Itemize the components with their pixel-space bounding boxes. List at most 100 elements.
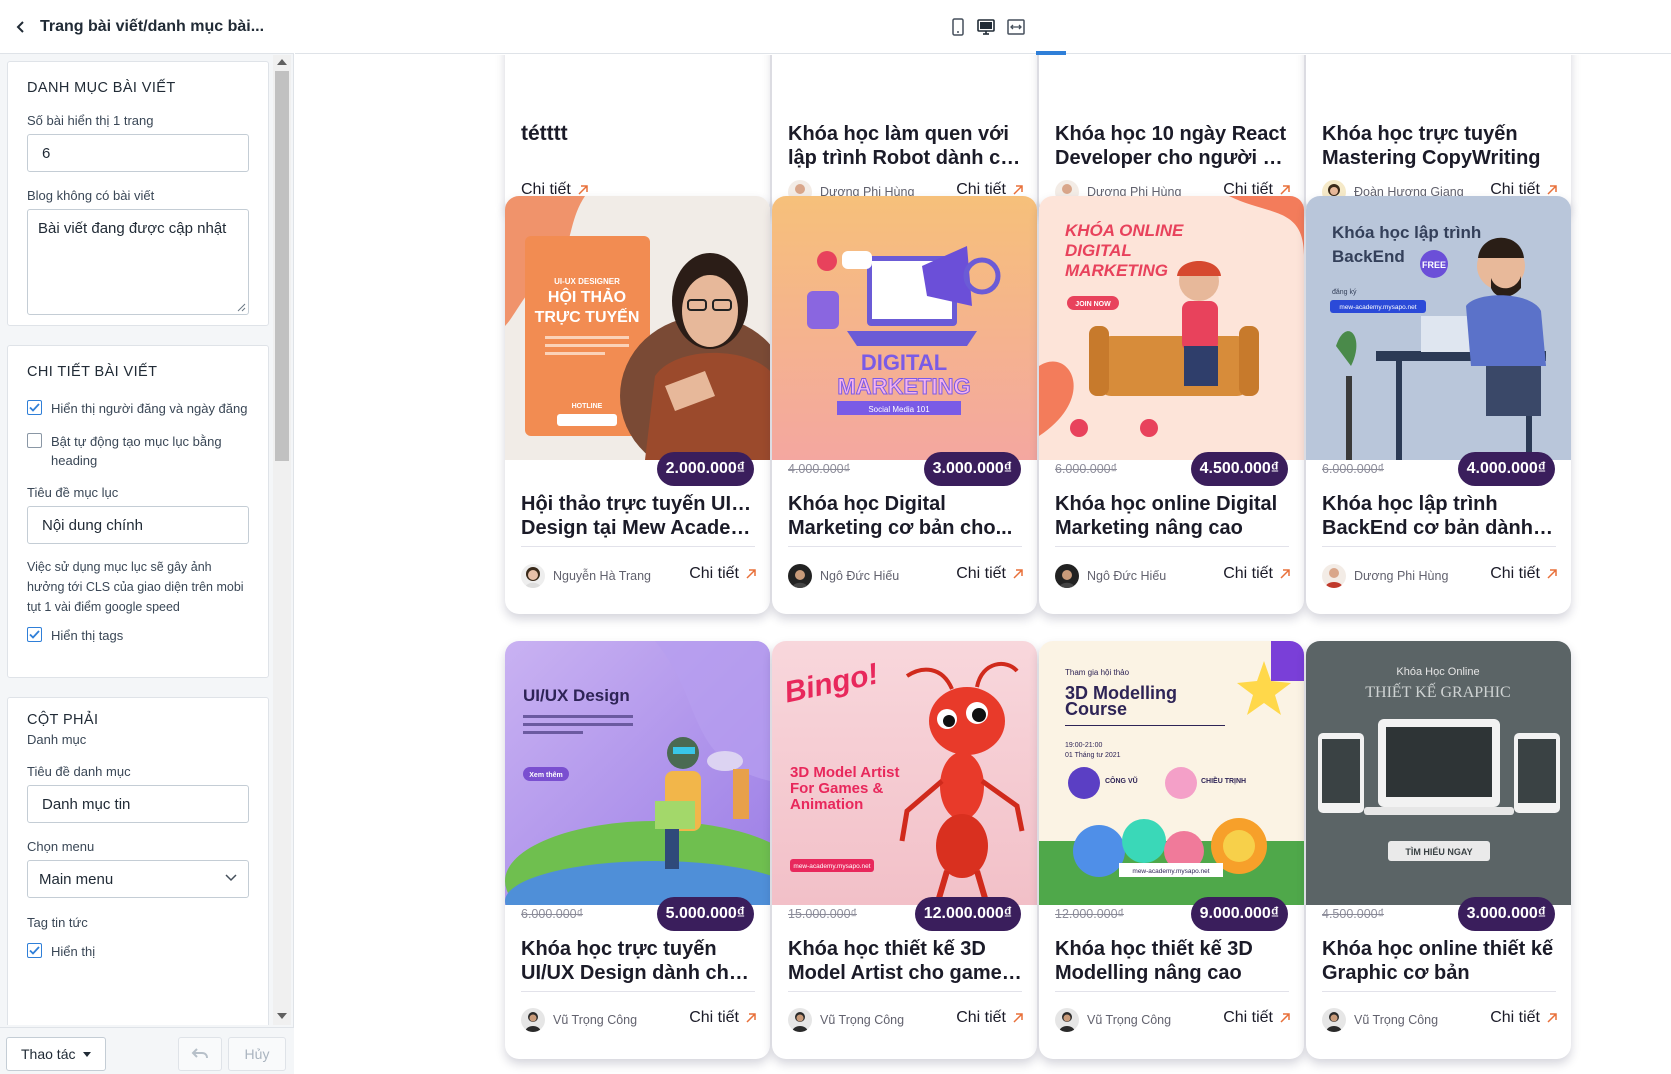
arrow-up-right-icon — [578, 185, 588, 195]
undo-button[interactable] — [178, 1037, 222, 1071]
price-new: 12.000.000₫ — [914, 897, 1021, 931]
post-thumbnail[interactable]: UI/UX Design Xem thêm — [505, 641, 770, 905]
post-card[interactable]: Khóa học lập trình BackEnd FREE đăng ký … — [1306, 196, 1571, 614]
thumb-text: BackEnd — [1332, 247, 1405, 266]
post-title[interactable]: Khóa học trực tuyến Mastering CopyWriting — [1322, 122, 1556, 170]
detail-link[interactable]: Chi tiết — [1223, 565, 1290, 583]
thumb-text: Animation — [790, 796, 863, 813]
price-new: 4.500.000₫ — [1190, 452, 1288, 486]
price-old: 4.500.000₫ — [1322, 907, 1385, 921]
thumb-text: THIẾT KẾ GRAPHIC — [1365, 682, 1510, 701]
post-card[interactable]: UI-UX DESIGNER HỘI THẢO TRỰC TUYẾN HOTLI… — [505, 196, 770, 614]
post-card[interactable]: Bingo! 3D Model Artist For Games & Anima… — [772, 641, 1037, 1059]
arrow-up-right-icon — [1280, 569, 1290, 579]
post-card[interactable]: tétttt Chi tiết — [505, 55, 770, 215]
arrow-up-right-icon — [746, 1013, 756, 1023]
sidebar-scrollbar[interactable] — [273, 55, 291, 1025]
post-card[interactable]: Khóa Học Online THIẾT KẾ GRAPHIC TÌM HIỂ… — [1306, 641, 1571, 1059]
category-title-input[interactable]: Danh mục tin — [27, 785, 249, 823]
per-page-label: Số bài hiển thị 1 trang — [27, 113, 154, 128]
fullwidth-icon[interactable] — [1005, 16, 1027, 38]
post-title[interactable]: Khóa học Digital Marketing cơ bản cho... — [788, 492, 1022, 540]
price-new: 5.000.000₫ — [656, 897, 754, 931]
show-author-label: Hiển thị người đăng và ngày đăng — [51, 401, 248, 416]
right-column-panel: CỘT PHẢI Danh mục Tiêu đề danh mục Danh … — [7, 697, 269, 1025]
thumb-text: mew-academy.mysapo.net — [1339, 304, 1416, 311]
scrollbar-thumb[interactable] — [275, 71, 289, 461]
show-tags-option[interactable]: Hiển thị tags — [27, 626, 249, 645]
auto-toc-option[interactable]: Bật tự động tạo mục lục bằng heading — [27, 432, 249, 470]
show-author-checkbox[interactable] — [27, 400, 42, 415]
back-icon[interactable] — [10, 16, 32, 38]
post-card[interactable]: Tham gia hội thảo 3D Modelling Course 19… — [1039, 641, 1304, 1059]
show-author-option[interactable]: Hiển thị người đăng và ngày đăng — [27, 399, 249, 418]
arrow-up-right-icon — [1013, 185, 1023, 195]
post-title[interactable]: Khóa học thiết kế 3D Modelling nâng cao — [1055, 937, 1289, 985]
post-author: Vũ Trọng Công — [1055, 1008, 1171, 1032]
divider — [521, 991, 755, 992]
scroll-up-icon[interactable] — [277, 59, 287, 65]
tag-show-option[interactable]: Hiển thị — [27, 942, 249, 961]
post-thumbnail[interactable]: DIGITAL MARKETING Social Media 101 — [772, 196, 1037, 460]
avatar — [1322, 1008, 1346, 1032]
post-author: Vũ Trọng Công — [521, 1008, 637, 1032]
detail-link[interactable]: Chi tiết — [1490, 565, 1557, 583]
post-title[interactable]: Hội thảo trực tuyến UI/UX Design tại Mew … — [521, 492, 755, 540]
post-title[interactable]: Khóa học thiết kế 3D Model Artist cho gam… — [788, 937, 1022, 985]
post-detail-panel: CHI TIẾT BÀI VIẾT Hiển thị người đăng và… — [7, 345, 269, 678]
post-thumbnail[interactable]: Bingo! 3D Model Artist For Games & Anima… — [772, 641, 1037, 905]
avatar — [1055, 564, 1079, 588]
check-icon — [29, 403, 40, 412]
mobile-icon[interactable] — [947, 16, 969, 38]
actions-dropdown-button[interactable]: Thao tác — [6, 1037, 106, 1071]
check-icon — [29, 946, 40, 955]
post-card[interactable]: Khóa học trực tuyến Mastering CopyWriting… — [1306, 55, 1571, 215]
post-card[interactable]: Khóa học 10 ngày React Developer cho ngườ… — [1039, 55, 1304, 215]
category-panel-title: DANH MỤC BÀI VIẾT — [27, 80, 176, 96]
menu-select[interactable]: Main menu — [27, 860, 249, 898]
detail-link[interactable]: Chi tiết — [689, 1009, 756, 1027]
post-title[interactable]: Khóa học 10 ngày React Developer cho ngườ… — [1055, 122, 1289, 170]
detail-link[interactable]: Chi tiết — [1490, 1009, 1557, 1027]
post-thumbnail[interactable]: Tham gia hội thảo 3D Modelling Course 19… — [1039, 641, 1304, 905]
divider — [788, 546, 1022, 547]
post-card[interactable]: DIGITAL MARKETING Social Media 101 4.000… — [772, 196, 1037, 614]
detail-link[interactable]: Chi tiết — [1223, 1009, 1290, 1027]
author-name: Ngô Đức Hiếu — [1087, 569, 1167, 583]
detail-link[interactable]: Chi tiết — [689, 565, 756, 583]
post-card[interactable]: UI/UX Design Xem thêm 6.000.000₫ 5.000.0… — [505, 641, 770, 1059]
resize-grip-icon[interactable] — [236, 302, 246, 312]
chevron-down-icon — [225, 874, 237, 882]
post-title[interactable]: Khóa học lập trình BackEnd cơ bản dành c.… — [1322, 492, 1556, 540]
post-title[interactable]: Khóa học online Digital Marketing nâng ca… — [1055, 492, 1289, 540]
post-title[interactable]: Khóa học online thiết kế Graphic cơ bản — [1322, 937, 1556, 985]
thumb-text: UI-UX DESIGNER — [554, 277, 620, 286]
per-page-input[interactable]: 6 — [27, 134, 249, 172]
post-title[interactable]: tétttt — [521, 122, 755, 146]
desktop-icon[interactable] — [975, 16, 997, 38]
post-title[interactable]: Khóa học trực tuyến UI/UX Design dành cho… — [521, 937, 755, 985]
show-tags-checkbox[interactable] — [27, 627, 42, 642]
thumb-text: 19:00-21:00 — [1065, 742, 1102, 749]
post-thumbnail[interactable]: Khóa Học Online THIẾT KẾ GRAPHIC TÌM HIỂ… — [1306, 641, 1571, 905]
post-thumbnail[interactable]: Khóa học lập trình BackEnd FREE đăng ký … — [1306, 196, 1571, 460]
toc-title-input[interactable]: Nội dung chính — [27, 506, 249, 544]
post-card[interactable]: KHÓA ONLINE DIGITAL MARKETING JOIN NOW 6… — [1039, 196, 1304, 614]
avatar — [521, 564, 545, 588]
post-title[interactable]: Khóa học làm quen với lập trình Robot dàn… — [788, 122, 1022, 170]
price-new: 3.000.000₫ — [923, 452, 1021, 486]
tag-show-checkbox[interactable] — [27, 943, 42, 958]
avatar — [1322, 564, 1346, 588]
post-thumbnail[interactable]: UI-UX DESIGNER HỘI THẢO TRỰC TUYẾN HOTLI… — [505, 196, 770, 460]
post-card[interactable]: Khóa học làm quen với lập trình Robot dàn… — [772, 55, 1037, 215]
detail-link[interactable]: Chi tiết — [956, 565, 1023, 583]
settings-sidebar: Trang bài viết/danh mục bài... DANH MỤC … — [0, 0, 294, 1074]
cancel-button[interactable]: Hủy — [228, 1037, 286, 1071]
detail-link[interactable]: Chi tiết — [956, 1009, 1023, 1027]
thumb-text: Khóa học lập trình — [1332, 223, 1481, 242]
empty-blog-textarea[interactable]: Bài viết đang được cập nhật — [27, 209, 249, 315]
auto-toc-checkbox[interactable] — [27, 433, 42, 448]
post-detail-panel-title: CHI TIẾT BÀI VIẾT — [27, 364, 158, 380]
post-thumbnail[interactable]: KHÓA ONLINE DIGITAL MARKETING JOIN NOW — [1039, 196, 1304, 460]
scroll-down-icon[interactable] — [277, 1013, 287, 1019]
